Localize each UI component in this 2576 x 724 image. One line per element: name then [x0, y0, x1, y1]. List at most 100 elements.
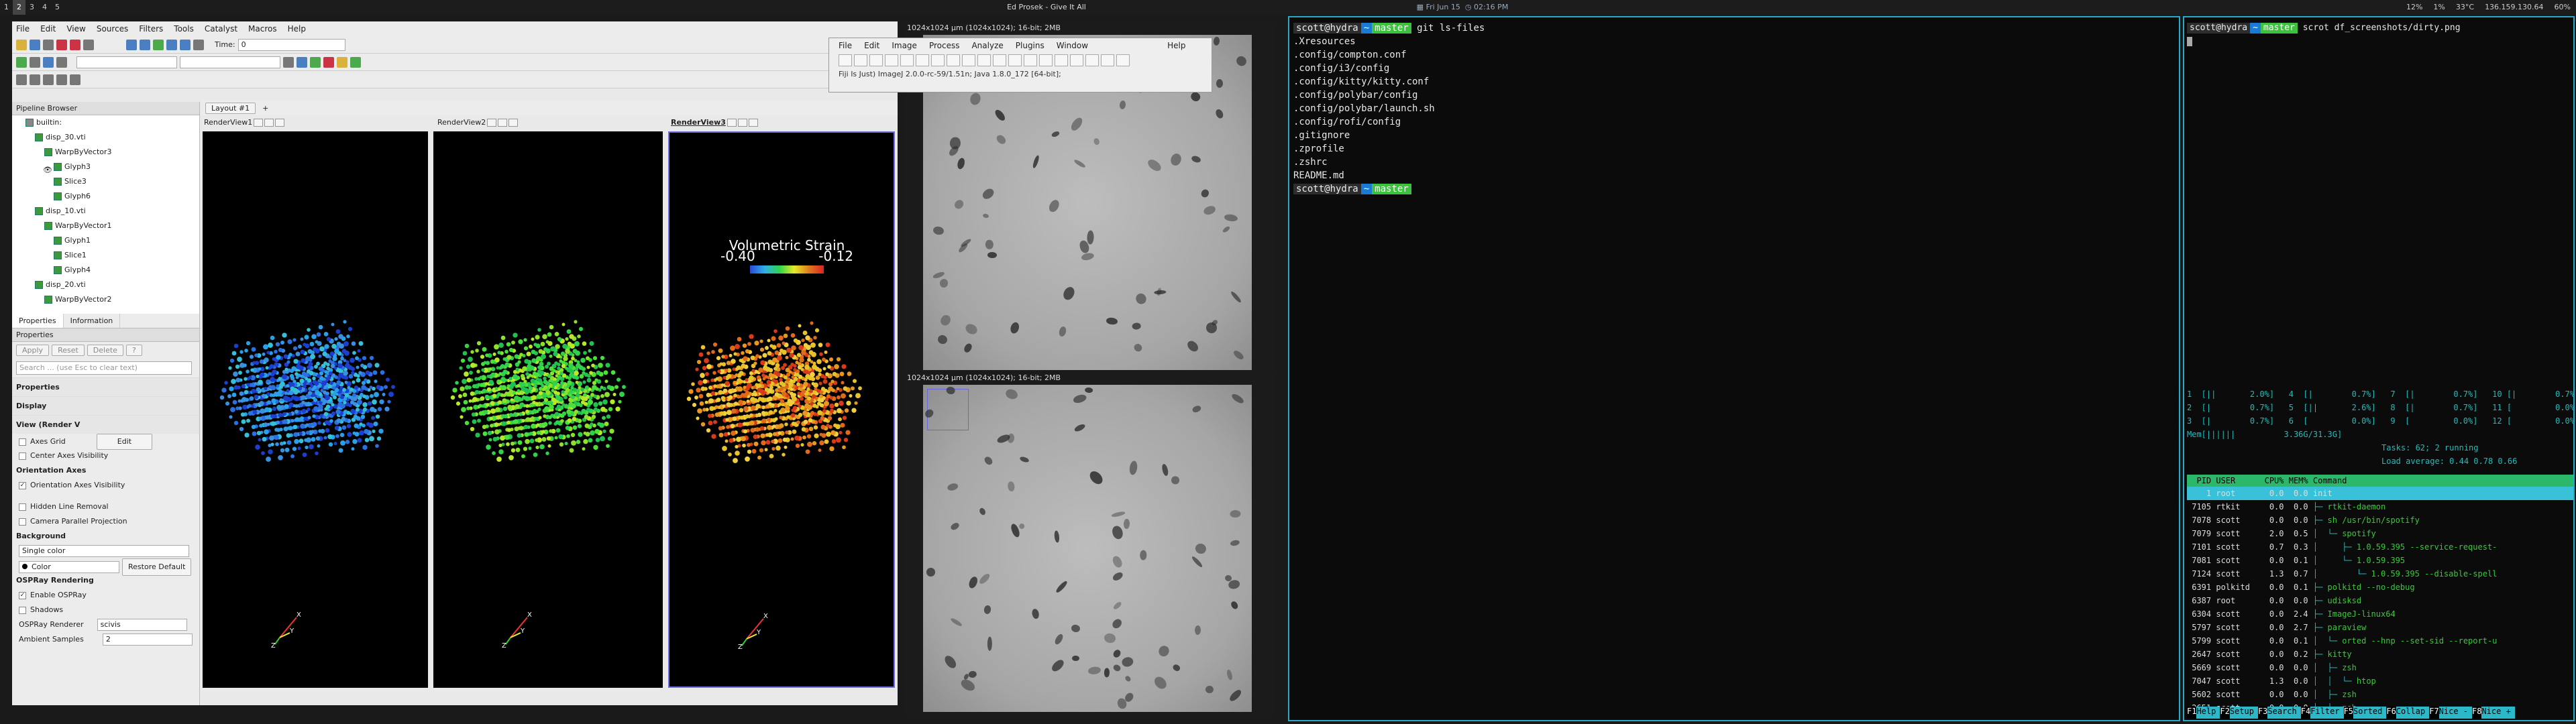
eye-icon[interactable] — [43, 192, 51, 200]
connect-icon[interactable] — [43, 39, 54, 50]
axes-grid-checkbox[interactable] — [19, 438, 26, 446]
axes-grid-edit-button[interactable]: Edit — [96, 434, 153, 450]
ij-menu-file[interactable]: File — [839, 41, 852, 50]
ambient-samples-input[interactable]: 2 — [102, 634, 193, 646]
section-display[interactable]: Display — [12, 396, 199, 415]
ij-menu-process[interactable]: Process — [929, 41, 960, 50]
representation-select[interactable] — [180, 56, 280, 68]
split-v-icon[interactable] — [264, 119, 274, 127]
polygon-tool-icon[interactable] — [869, 54, 883, 66]
custom-tool-icon-3[interactable] — [1055, 54, 1068, 66]
clip-icon[interactable] — [43, 56, 54, 68]
footer-action[interactable]: Collap — [2396, 707, 2430, 719]
filter-icon-2[interactable] — [30, 74, 40, 85]
footer-key[interactable]: F7 — [2429, 707, 2439, 719]
footer-key[interactable]: F6 — [2386, 707, 2396, 719]
rotate-icon[interactable] — [337, 56, 347, 68]
tab-information[interactable]: Information — [64, 314, 121, 328]
eye-icon[interactable] — [34, 222, 42, 230]
menu-tools[interactable]: Tools — [174, 24, 194, 34]
pipeline-item[interactable]: 👁 Glyph3 — [12, 160, 199, 174]
ospray-renderer-select[interactable]: scivis — [97, 619, 187, 631]
restore-default-button[interactable]: Restore Default — [122, 558, 192, 576]
zoom-tool-icon[interactable] — [977, 54, 991, 66]
eye-icon[interactable] — [34, 296, 42, 304]
workspace-3[interactable]: 3 — [25, 0, 38, 15]
roi-selection[interactable] — [927, 389, 969, 430]
footer-action[interactable]: Setup — [2229, 707, 2258, 719]
pipeline-browser[interactable]: builtin: disp_30.vti WarpByVector3 👁 Glyph3 S… — [12, 115, 199, 314]
process-row[interactable]: 5799 scott 0.0 0.1 │ └─ orted --hnp --se… — [2187, 634, 2573, 648]
close-view-icon[interactable] — [748, 119, 758, 127]
open-icon[interactable] — [16, 39, 27, 50]
pipeline-item[interactable]: disp_30.vti — [12, 130, 199, 145]
custom-tool-icon-1[interactable] — [1024, 54, 1037, 66]
hidden-line-checkbox[interactable] — [19, 503, 26, 511]
play-icon[interactable] — [153, 39, 164, 50]
rescale-icon[interactable] — [283, 56, 294, 68]
render-view-3[interactable]: Volumetric Strain -0.40 -0.12 XYZ — [668, 131, 895, 688]
next-frame-icon[interactable] — [166, 39, 177, 50]
background-select[interactable]: Single color — [19, 545, 189, 557]
eye-icon[interactable] — [24, 133, 32, 141]
last-frame-icon[interactable] — [180, 39, 191, 50]
menu-macros[interactable]: Macros — [248, 24, 277, 34]
split-h-icon[interactable] — [254, 119, 264, 127]
hand-tool-icon[interactable] — [993, 54, 1006, 66]
eye-icon[interactable] — [15, 119, 23, 127]
shadows-checkbox[interactable] — [19, 606, 26, 614]
process-row[interactable]: 7081 scott 0.0 0.1 │ └─ 1.0.59.395 — [2187, 554, 2573, 567]
process-row[interactable]: 7047 scott 1.3 0.0 │ │ └─ htop — [2187, 674, 2573, 688]
footer-key[interactable]: F4 — [2300, 707, 2311, 719]
process-table-header[interactable]: PID USER CPU% MEM% Command — [2187, 475, 2573, 487]
filter-icon-4[interactable] — [56, 74, 67, 85]
menu-view[interactable]: View — [66, 24, 85, 34]
ij-menu-window[interactable]: Window — [1057, 41, 1088, 50]
workspace-switcher[interactable]: 1 2 3 4 5 — [0, 0, 64, 15]
freehand-tool-icon[interactable] — [885, 54, 898, 66]
process-row[interactable]: 5602 scott 0.0 0.0 │ ├─ zsh — [2187, 688, 2573, 701]
custom-tool-icon-2[interactable] — [1039, 54, 1053, 66]
undo-icon[interactable] — [56, 39, 67, 50]
close-view-icon[interactable] — [275, 119, 285, 127]
split-h-icon[interactable] — [487, 119, 497, 127]
view-z-icon[interactable] — [323, 56, 334, 68]
loop-icon[interactable] — [193, 39, 204, 50]
split-h-icon[interactable] — [727, 119, 737, 127]
process-row[interactable]: 6391 polkitd 0.0 0.1 ├─ polkitd --no-deb… — [2187, 581, 2573, 594]
menu-help[interactable]: Help — [288, 24, 306, 34]
view-x-icon[interactable] — [297, 56, 307, 68]
point-tool-icon[interactable] — [931, 54, 945, 66]
process-row[interactable]: 2647 scott 0.0 0.2 ├─ kitty — [2187, 648, 2573, 661]
footer-action[interactable]: Filter — [2310, 707, 2344, 719]
orientation-visibility-checkbox[interactable]: ✓ — [19, 481, 26, 489]
menu-catalyst[interactable]: Catalyst — [205, 24, 237, 34]
view-y-icon[interactable] — [310, 56, 321, 68]
process-row[interactable]: 6304 scott 0.0 2.4 ├─ ImageJ-linux64 — [2187, 607, 2573, 621]
properties-search[interactable]: Search ... (use Esc to clear text) — [16, 361, 192, 375]
filter-icon-5[interactable] — [70, 74, 80, 85]
brush-tool-icon[interactable] — [1085, 54, 1099, 66]
help-button[interactable]: ? — [125, 345, 142, 356]
dropper-tool-icon[interactable] — [1008, 54, 1022, 66]
eye-icon[interactable] — [43, 251, 51, 259]
imagej-image-window-2[interactable]: 1024x1024 µm (1024x1024); 16-bit; 2MB — [904, 373, 1275, 715]
footer-action[interactable]: Sorted — [2353, 707, 2387, 719]
pipeline-item[interactable]: Glyph1 — [12, 233, 199, 248]
process-row[interactable]: 5797 scott 0.0 2.7 ├─ paraview — [2187, 621, 2573, 634]
ij-menu-analyze[interactable]: Analyze — [971, 41, 1003, 50]
pipeline-item[interactable]: Slice1 — [12, 248, 199, 263]
camera-icon[interactable] — [350, 56, 361, 68]
workspace-1[interactable]: 1 — [0, 0, 13, 15]
line-tool-icon[interactable] — [900, 54, 914, 66]
ij-menu-help[interactable]: Help — [1167, 41, 1185, 50]
menu-edit[interactable]: Edit — [40, 24, 56, 34]
footer-key[interactable]: F3 — [2257, 707, 2268, 719]
pipeline-item[interactable]: disp_10.vti — [12, 204, 199, 219]
contour-icon[interactable] — [30, 56, 40, 68]
section-properties[interactable]: Properties — [12, 377, 199, 396]
layout-tab[interactable]: Layout #1 — [205, 102, 256, 114]
pipeline-item[interactable]: WarpByVector2 — [12, 292, 199, 307]
footer-key[interactable]: F5 — [2343, 707, 2354, 719]
filter-icon-1[interactable] — [16, 74, 27, 85]
